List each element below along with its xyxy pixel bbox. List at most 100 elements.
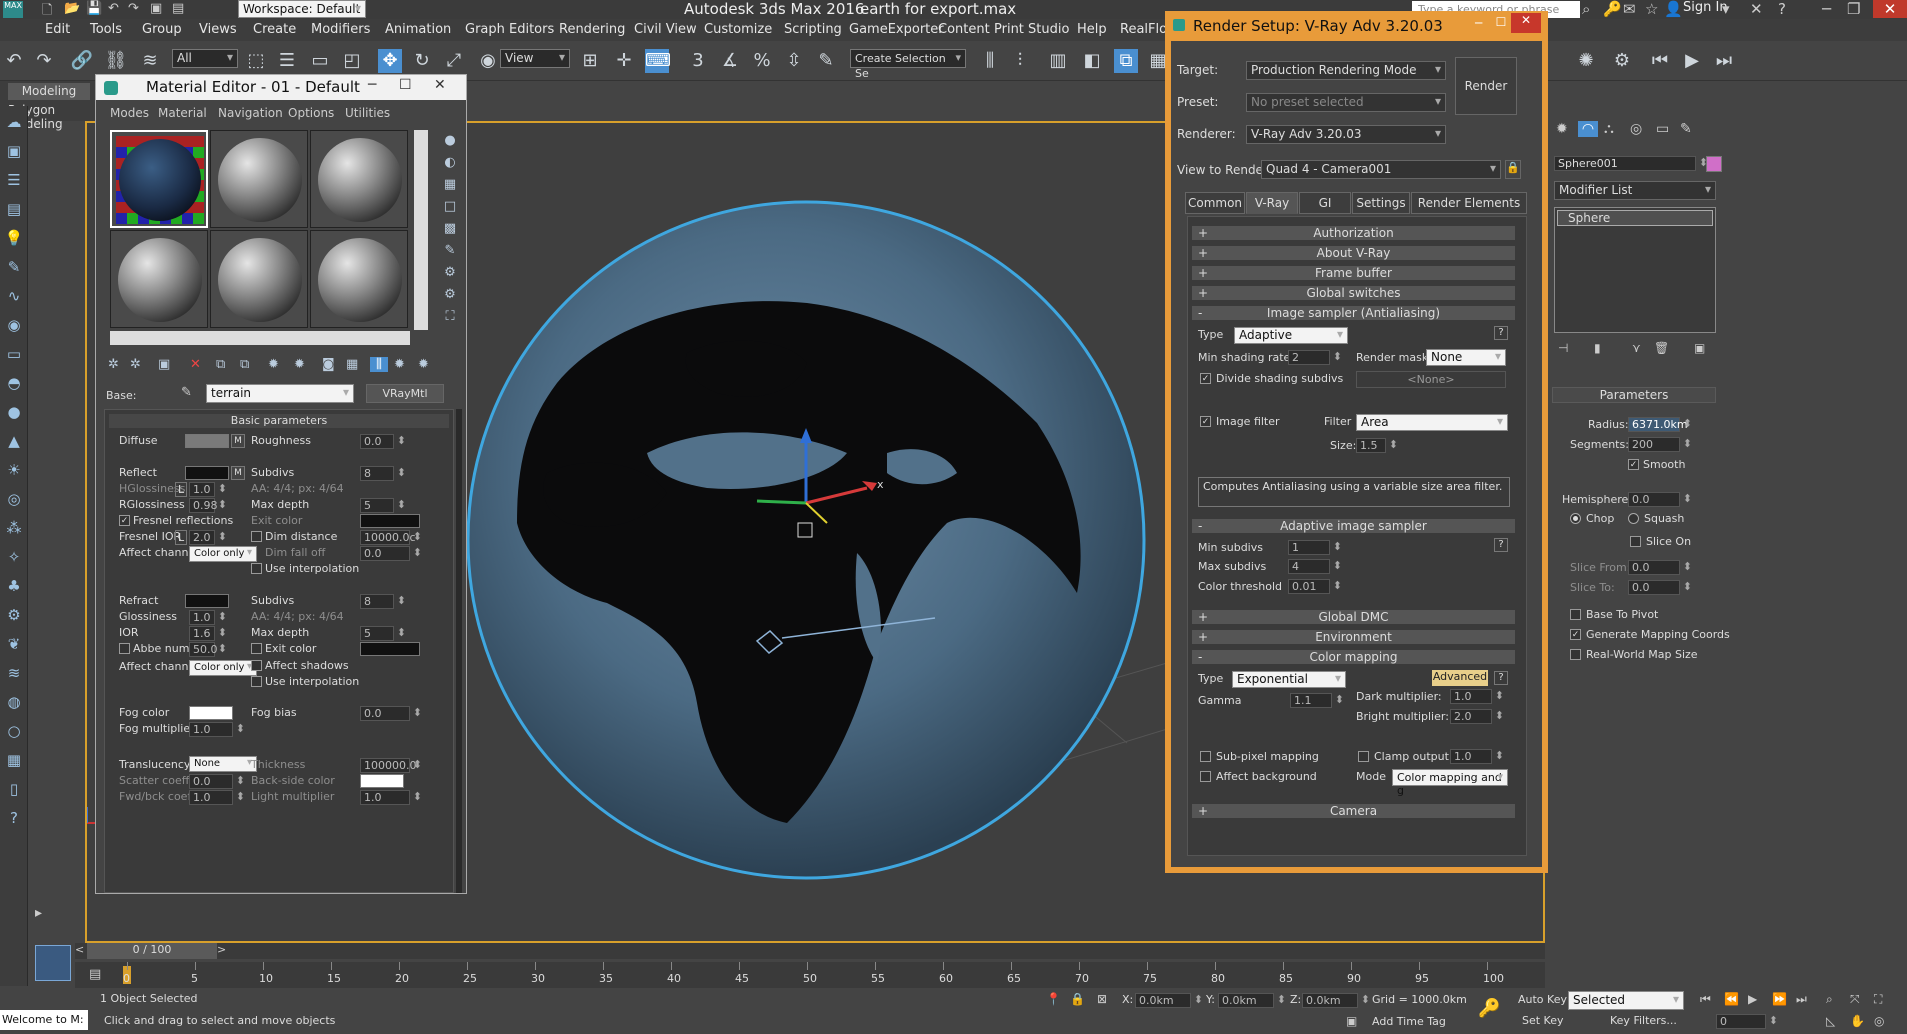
fog-bias-field[interactable]: 0.0 — [360, 706, 422, 721]
snaps-toggle-icon[interactable]: 3 — [686, 49, 710, 73]
rollout-authorization[interactable]: + Authorization — [1191, 225, 1516, 241]
divide-shading-subdivs-checkbox[interactable]: ✓ — [1200, 373, 1211, 384]
next-frame-icon[interactable]: ⏩ — [1772, 992, 1787, 1006]
abbe-checkbox[interactable] — [119, 643, 130, 654]
gen-mapping-checkbox[interactable]: ✓ — [1570, 629, 1581, 640]
ribbon-tab-modeling[interactable]: Modeling — [8, 83, 90, 100]
sample-slot-5[interactable] — [210, 230, 308, 328]
hgloss-lock-button[interactable]: L — [175, 482, 188, 497]
material-id-icon[interactable]: ✹ — [294, 357, 305, 372]
select-rotate-icon[interactable]: ↻ — [410, 49, 434, 73]
target-select[interactable]: Production Rendering Mode — [1246, 61, 1446, 80]
paint-bucket-icon[interactable]: ✧ — [2, 548, 26, 570]
hglossiness-field[interactable]: 1.0 — [189, 482, 227, 497]
sample-slot-4[interactable] — [110, 230, 208, 328]
render-setup-icon[interactable]: ⚙ — [1610, 49, 1634, 73]
plant-icon[interactable]: ❦ — [2, 635, 26, 657]
fresnel-ior-field[interactable]: 2.0 — [189, 530, 227, 545]
rollout-global-switches[interactable]: + Global switches — [1191, 285, 1516, 301]
absolute-mode-icon[interactable]: ⊠ — [1097, 992, 1107, 1006]
rendered-frame-icon[interactable]: ⏮ — [1648, 49, 1672, 73]
workspace-select[interactable]: Workspace: Default — [238, 0, 366, 18]
select-move-icon[interactable]: ✥ — [378, 49, 402, 73]
object-color-swatch[interactable] — [1706, 156, 1722, 172]
refract-affect-channels-select[interactable]: Color only — [189, 660, 257, 676]
tab-settings[interactable]: Settings — [1352, 192, 1410, 214]
modify-tab-icon[interactable]: ◠ — [1578, 121, 1598, 137]
light-multiplier-field[interactable]: 1.0 — [360, 790, 422, 805]
dim-distance-field[interactable]: 10000.0c — [360, 530, 422, 545]
smooth-checkbox[interactable]: ✓ — [1628, 459, 1639, 470]
adaptive-help-button[interactable]: ? — [1494, 538, 1508, 552]
menu-utilities[interactable]: Utilities — [345, 106, 390, 120]
open-file-icon[interactable]: 📂 — [64, 1, 80, 16]
get-material-icon[interactable]: ✲ — [108, 357, 119, 372]
motion-tab-icon[interactable]: ◎ — [1630, 121, 1642, 137]
hemisphere-icon[interactable]: ◓ — [2, 374, 26, 396]
max-subdivs-field[interactable]: 4 — [1288, 559, 1342, 574]
window-crossing-icon[interactable]: ◰ — [340, 49, 364, 73]
roughness-field[interactable]: 0.0 — [360, 434, 406, 449]
help-circle-icon[interactable]: ? — [2, 809, 26, 831]
render-production-icon[interactable]: ▶ — [1680, 49, 1704, 73]
parameters-rollout-header[interactable]: Parameters — [1552, 387, 1716, 403]
view-to-render-select[interactable]: Quad 4 - Camera001 — [1261, 160, 1501, 179]
image-filter-checkbox[interactable]: ✓ — [1200, 416, 1211, 427]
reflect-affect-channels-select[interactable]: Color only — [189, 546, 257, 562]
params-scrollbar[interactable] — [456, 409, 462, 893]
segments-field[interactable]: 200 — [1628, 437, 1692, 452]
maximize-icon[interactable]: ❐ — [1847, 0, 1860, 18]
time-slider[interactable]: < 0 / 100 > — [75, 943, 1545, 959]
refract-use-interp-checkbox[interactable] — [251, 676, 262, 687]
chop-radio[interactable] — [1570, 513, 1581, 524]
base-to-pivot-checkbox[interactable] — [1570, 609, 1581, 620]
layer-icon[interactable]: ▤ — [2, 200, 26, 222]
grid-icon[interactable]: ▦ — [2, 751, 26, 773]
radius-field[interactable]: 6371.0km — [1628, 417, 1692, 432]
shell-icon[interactable]: ◍ — [2, 693, 26, 715]
refract-glossiness-field[interactable]: 1.0 — [189, 610, 227, 625]
refract-subdivs-field[interactable]: 8 — [360, 594, 406, 609]
cm-help-button[interactable]: ? — [1494, 671, 1508, 685]
cone-icon[interactable]: ▲ — [2, 432, 26, 454]
reflect-swatch[interactable] — [185, 466, 229, 480]
put-to-scene-icon[interactable]: ✲ — [130, 357, 141, 372]
uv-tiling-icon[interactable]: □ — [438, 196, 462, 218]
menu-customize[interactable]: Customize — [704, 22, 772, 37]
dark-multiplier-field[interactable]: 1.0 — [1450, 689, 1504, 704]
hemisphere-field[interactable]: 0.0 — [1628, 492, 1692, 507]
options-icon[interactable]: ⚙ — [438, 262, 462, 284]
menu-views[interactable]: Views — [199, 22, 237, 37]
tab-vray[interactable]: V-Ray — [1246, 192, 1298, 214]
real-world-checkbox[interactable] — [1570, 649, 1581, 660]
configure-sets-icon[interactable]: ▣ — [1694, 341, 1705, 355]
minimize-icon[interactable]: ─ — [1822, 0, 1831, 18]
rollout-adaptive-image-sampler[interactable]: - Adaptive image sampler — [1191, 518, 1516, 534]
menu-print-studio[interactable]: Print Studio — [994, 22, 1069, 37]
place-icon[interactable]: ◉ — [476, 49, 500, 73]
remove-modifier-icon[interactable]: 🗑 — [1654, 341, 1669, 355]
video-color-icon[interactable]: ▩ — [438, 218, 462, 240]
show-end-result-icon[interactable]: ▮ — [1594, 341, 1601, 355]
menu-group[interactable]: Group — [142, 22, 182, 37]
sample-slot-2[interactable] — [210, 130, 308, 228]
select-by-name-icon[interactable]: ☰ — [275, 49, 299, 73]
rollout-global-dmc[interactable]: + Global DMC — [1191, 609, 1516, 625]
rollout-color-mapping[interactable]: - Color mapping — [1191, 649, 1516, 665]
dim-falloff-field[interactable]: 0.0 — [360, 546, 422, 561]
thickness-field[interactable]: 100000.0 — [360, 758, 422, 773]
sample-slot-6[interactable] — [310, 230, 408, 328]
make-preview-icon[interactable]: ✎ — [438, 240, 462, 262]
selection-filter-select[interactable]: All — [172, 49, 238, 68]
reflect-map-button[interactable]: M — [231, 466, 245, 480]
time-next-icon[interactable]: > — [217, 943, 229, 959]
menu-modes[interactable]: Modes — [110, 106, 149, 120]
minimize-icon[interactable]: ─ — [1475, 16, 1482, 30]
pivot-center-icon[interactable]: ⊞ — [578, 49, 602, 73]
graphite-toggle-icon[interactable]: ◧ — [1080, 49, 1104, 73]
cm-mode-select[interactable]: Color mapping and g — [1392, 769, 1508, 797]
bind-space-warp-icon[interactable]: ≋ — [138, 49, 162, 73]
layer-explorer-icon[interactable]: ▥ — [1046, 49, 1070, 73]
slots-horizontal-scrollbar[interactable] — [110, 331, 410, 345]
save-file-icon[interactable]: 💾 — [86, 1, 102, 16]
